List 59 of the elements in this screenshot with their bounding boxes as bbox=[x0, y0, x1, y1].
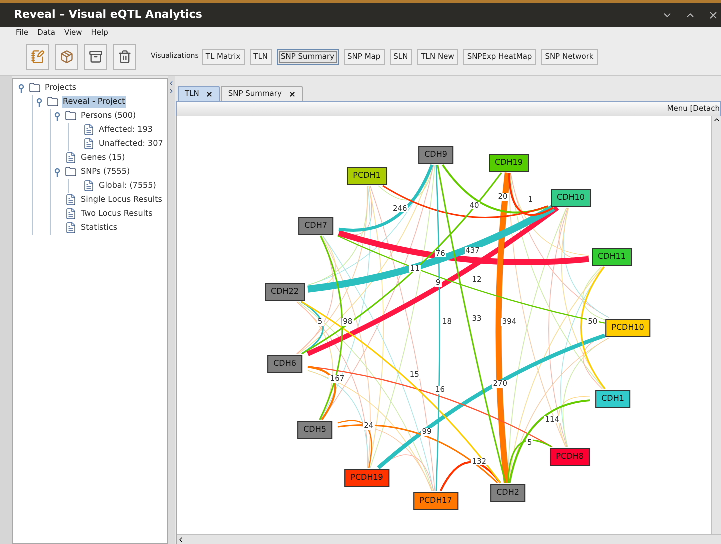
tree-item[interactable]: Global: (7555) bbox=[98, 180, 158, 192]
document-icon bbox=[83, 138, 95, 150]
folder-icon bbox=[47, 96, 59, 108]
gene-node[interactable]: PCDH19 bbox=[344, 469, 390, 487]
gene-node[interactable]: PCDH8 bbox=[550, 448, 590, 466]
tree-item[interactable]: Reveal - Project bbox=[62, 96, 126, 108]
gene-node[interactable]: CDH7 bbox=[298, 217, 334, 235]
collapse-left-icon[interactable] bbox=[168, 80, 175, 87]
collapse-right-icon[interactable] bbox=[168, 88, 175, 95]
folder-icon bbox=[65, 110, 77, 122]
notepad-icon bbox=[30, 50, 44, 64]
gene-node[interactable]: CDH11 bbox=[592, 248, 632, 266]
gene-node[interactable]: CDH5 bbox=[298, 421, 332, 439]
toolbar-button[interactable] bbox=[113, 44, 136, 70]
toolbar-button[interactable] bbox=[84, 44, 107, 70]
close-tab-icon[interactable] bbox=[206, 90, 214, 98]
scroll-left-icon[interactable] bbox=[177, 536, 185, 544]
tree-item[interactable]: SNPs (7555) bbox=[80, 166, 132, 178]
document-icon bbox=[83, 180, 95, 192]
close-tab-icon[interactable] bbox=[288, 90, 296, 98]
tree-item[interactable]: Unaffected: 307 bbox=[98, 138, 164, 150]
tree-item[interactable]: Statistics bbox=[80, 222, 119, 234]
toolbar-button[interactable] bbox=[55, 44, 78, 70]
tree-item[interactable]: Single Locus Results bbox=[80, 194, 164, 206]
gene-node[interactable]: CDH9 bbox=[418, 146, 454, 164]
document-icon bbox=[65, 222, 77, 234]
gene-node[interactable]: CDH6 bbox=[268, 355, 302, 373]
expand-handle-icon[interactable] bbox=[53, 112, 62, 120]
document-icon bbox=[65, 194, 77, 206]
gene-node[interactable]: CDH2 bbox=[490, 484, 526, 502]
gene-node[interactable]: CDH22 bbox=[265, 283, 305, 301]
gene-node[interactable]: CDH19 bbox=[489, 154, 529, 172]
horizontal-scrollbar[interactable] bbox=[177, 534, 721, 544]
gene-node[interactable]: CDH1 bbox=[596, 390, 630, 408]
archive-icon bbox=[88, 50, 102, 64]
box-icon bbox=[60, 50, 74, 64]
vertical-scrollbar[interactable] bbox=[711, 116, 721, 534]
folder-icon bbox=[65, 166, 77, 178]
tree-item[interactable]: Two Locus Results bbox=[80, 208, 154, 220]
tree-item[interactable]: Projects bbox=[44, 82, 78, 94]
gene-node[interactable]: CDH10 bbox=[551, 189, 591, 207]
expand-handle-icon[interactable] bbox=[35, 98, 44, 106]
gene-node[interactable]: PCDH10 bbox=[606, 319, 650, 337]
document-icon bbox=[65, 208, 77, 220]
expand-handle-icon[interactable] bbox=[53, 168, 62, 176]
document-icon bbox=[83, 124, 95, 136]
window-title: Reveal – Visual eQTL Analytics bbox=[14, 6, 202, 23]
tree-item[interactable]: Affected: 193 bbox=[98, 124, 154, 136]
toolbar-button[interactable] bbox=[26, 44, 49, 70]
gene-node[interactable]: PCDH17 bbox=[414, 492, 458, 510]
tree-item[interactable]: Persons (500) bbox=[80, 110, 138, 122]
folder-icon bbox=[29, 82, 41, 94]
document-icon bbox=[65, 152, 77, 164]
trash-icon bbox=[118, 50, 132, 64]
expand-handle-icon[interactable] bbox=[17, 84, 26, 92]
close-icon[interactable] bbox=[708, 10, 719, 20]
scroll-up-icon[interactable] bbox=[712, 116, 720, 124]
gene-node[interactable]: PCDH1 bbox=[347, 167, 387, 185]
tree-item[interactable]: Genes (15) bbox=[80, 152, 126, 164]
